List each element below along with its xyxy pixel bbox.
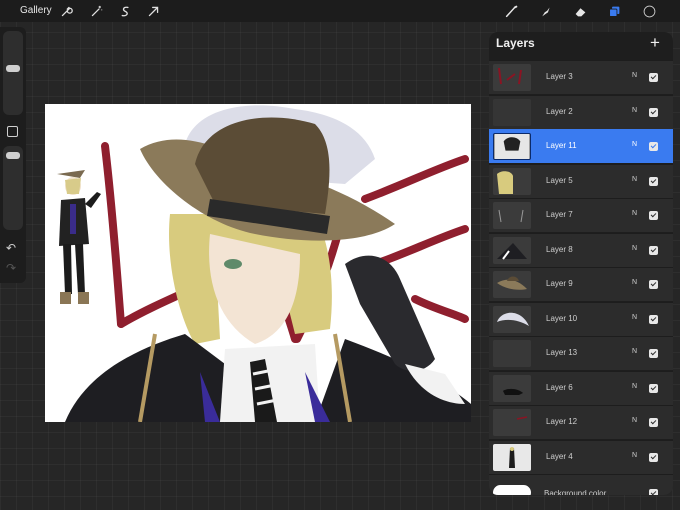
layer-thumbnail[interactable]	[493, 409, 531, 436]
blend-mode-button[interactable]: N	[632, 210, 637, 217]
layer-row[interactable]: Layer 3 N	[489, 60, 673, 94]
blend-mode-button[interactable]: N	[632, 279, 637, 286]
layer-thumbnail[interactable]	[493, 340, 531, 367]
layer-name: Layer 2	[546, 106, 573, 116]
visibility-checkbox[interactable]	[649, 418, 658, 427]
layer-name: Layer 6	[546, 382, 573, 392]
visibility-checkbox[interactable]	[649, 107, 658, 117]
undo-icon[interactable]: ↶	[6, 241, 16, 255]
layer-thumbnail[interactable]	[493, 374, 531, 402]
layer-name: Layer 11	[546, 141, 577, 150]
visibility-checkbox[interactable]	[649, 452, 658, 462]
layers-icon[interactable]	[606, 3, 622, 19]
layer-thumbnail[interactable]	[493, 305, 531, 333]
blend-mode-button[interactable]: N	[632, 452, 637, 459]
opacity-slider[interactable]	[3, 146, 23, 230]
layer-row[interactable]: Layer 2 N	[489, 94, 673, 129]
layer-name: Layer 10	[546, 313, 578, 323]
eraser-icon[interactable]	[572, 3, 588, 19]
blend-mode-button[interactable]: N	[632, 107, 637, 114]
magic-wand-icon[interactable]	[88, 3, 104, 19]
visibility-checkbox[interactable]	[649, 211, 658, 220]
layer-row[interactable]: Layer 5 N	[489, 163, 673, 198]
visibility-checkbox[interactable]	[649, 73, 658, 82]
color-swatch[interactable]	[640, 2, 658, 20]
gallery-button[interactable]: Gallery	[20, 5, 52, 16]
layer-name: Layer 3	[546, 72, 573, 81]
drawing-canvas[interactable]	[45, 104, 471, 422]
opacity-knob[interactable]	[6, 152, 20, 159]
brush-icon[interactable]	[503, 3, 519, 19]
layer-row[interactable]: Layer 13 N	[489, 336, 673, 370]
visibility-checkbox[interactable]	[649, 176, 658, 186]
smudge-icon[interactable]	[537, 3, 553, 19]
blend-mode-button[interactable]: N	[632, 383, 637, 390]
blend-mode-button[interactable]: N	[632, 72, 637, 79]
layer-name: Layer 13	[546, 348, 578, 357]
redo-icon[interactable]: ↷	[6, 261, 16, 275]
selection-icon[interactable]	[117, 3, 133, 19]
visibility-checkbox[interactable]	[649, 245, 658, 255]
artwork	[57, 105, 471, 422]
layer-row[interactable]: Layer 9 N	[489, 267, 673, 301]
background-color-swatch[interactable]	[493, 485, 531, 495]
layer-row[interactable]: Layer 8 N	[489, 232, 673, 267]
add-layer-button[interactable]: +	[650, 34, 660, 51]
top-toolbar: Gallery	[0, 0, 680, 22]
visibility-checkbox[interactable]	[649, 349, 658, 358]
blend-mode-button[interactable]: N	[632, 245, 637, 252]
blend-mode-button[interactable]: N	[632, 176, 637, 183]
layer-name: Layer 9	[546, 279, 573, 288]
background-color-row[interactable]: Background color	[489, 474, 673, 495]
blend-mode-button[interactable]: N	[632, 348, 637, 355]
layer-thumbnail[interactable]	[493, 133, 531, 160]
layer-row[interactable]: Layer 7 N	[489, 198, 673, 232]
layer-row[interactable]: Layer 11 N	[489, 129, 673, 163]
wrench-icon[interactable]	[58, 3, 74, 19]
left-sidebar: ↶ ↷	[0, 27, 26, 283]
layer-name: Layer 4	[546, 451, 573, 461]
layer-thumbnail[interactable]	[493, 167, 531, 195]
layer-row[interactable]: Layer 6 N	[489, 370, 673, 405]
layer-thumbnail[interactable]	[493, 64, 531, 91]
brush-size-slider[interactable]	[3, 31, 23, 115]
layer-name: Layer 5	[546, 175, 573, 185]
visibility-checkbox[interactable]	[649, 142, 658, 151]
layer-row[interactable]: Layer 4 N	[489, 439, 673, 474]
blend-mode-button[interactable]: N	[632, 141, 637, 148]
layer-row[interactable]: Layer 12 N	[489, 405, 673, 439]
panel-title: Layers	[496, 36, 535, 50]
layer-row[interactable]: Layer 10 N	[489, 301, 673, 336]
blend-mode-button[interactable]: N	[632, 314, 637, 321]
layer-thumbnail[interactable]	[493, 202, 531, 229]
transform-arrow-icon[interactable]	[145, 3, 161, 19]
layer-name: Layer 12	[546, 417, 578, 426]
figure-sketch	[57, 170, 101, 304]
layers-panel: Layers + Layer 3 N Layer 2 N Layer 11 N Layer …	[489, 32, 673, 495]
layer-thumbnail[interactable]	[493, 236, 531, 264]
visibility-checkbox[interactable]	[649, 314, 658, 324]
layer-name: Layer 7	[546, 210, 573, 219]
background-visibility-checkbox[interactable]	[649, 489, 658, 495]
modify-button[interactable]	[7, 126, 18, 137]
brush-size-knob[interactable]	[6, 65, 20, 72]
background-color-label: Background color	[544, 489, 607, 495]
layer-thumbnail[interactable]	[493, 271, 531, 298]
visibility-checkbox[interactable]	[649, 280, 658, 289]
blend-mode-button[interactable]: N	[632, 417, 637, 424]
layer-name: Layer 8	[546, 244, 573, 254]
visibility-checkbox[interactable]	[649, 383, 658, 393]
layer-thumbnail[interactable]	[493, 98, 531, 126]
layer-thumbnail[interactable]	[493, 443, 531, 471]
